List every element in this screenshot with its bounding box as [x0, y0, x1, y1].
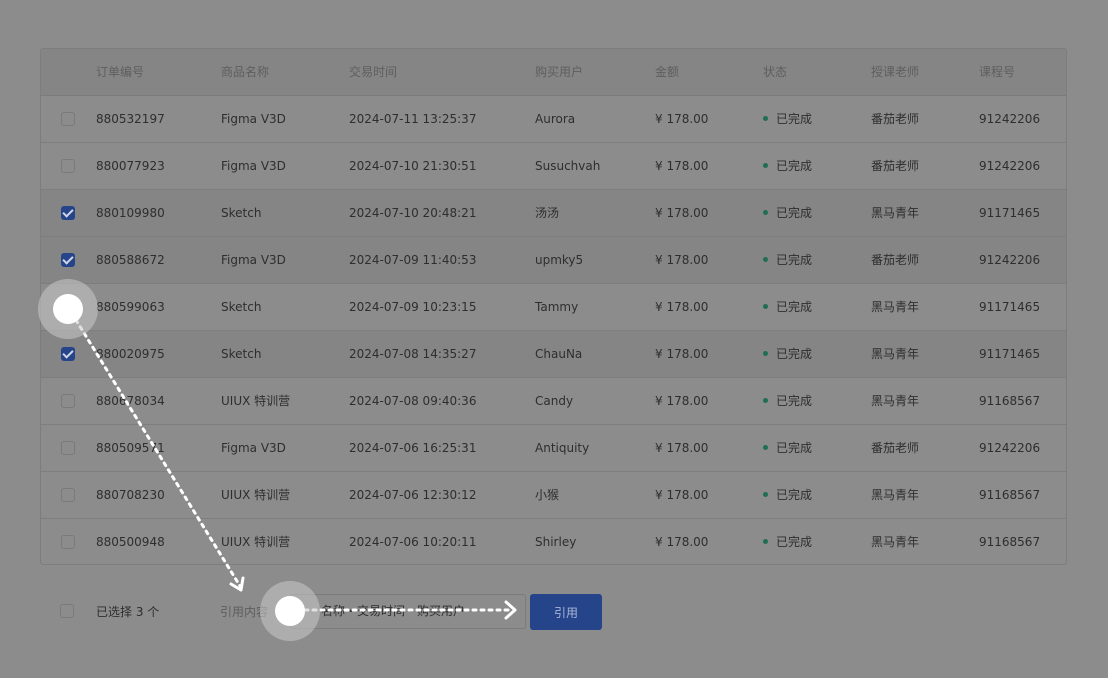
touch-point-start-icon: [38, 279, 98, 339]
drag-path-diagonal: [74, 318, 242, 588]
touch-point-end-icon: [260, 581, 320, 641]
gesture-path-overlay: [74, 318, 517, 620]
screen: 订单编号 商品名称 交易时间 购买用户 金额 状态 授课老师 课程号 88053…: [0, 0, 1108, 678]
